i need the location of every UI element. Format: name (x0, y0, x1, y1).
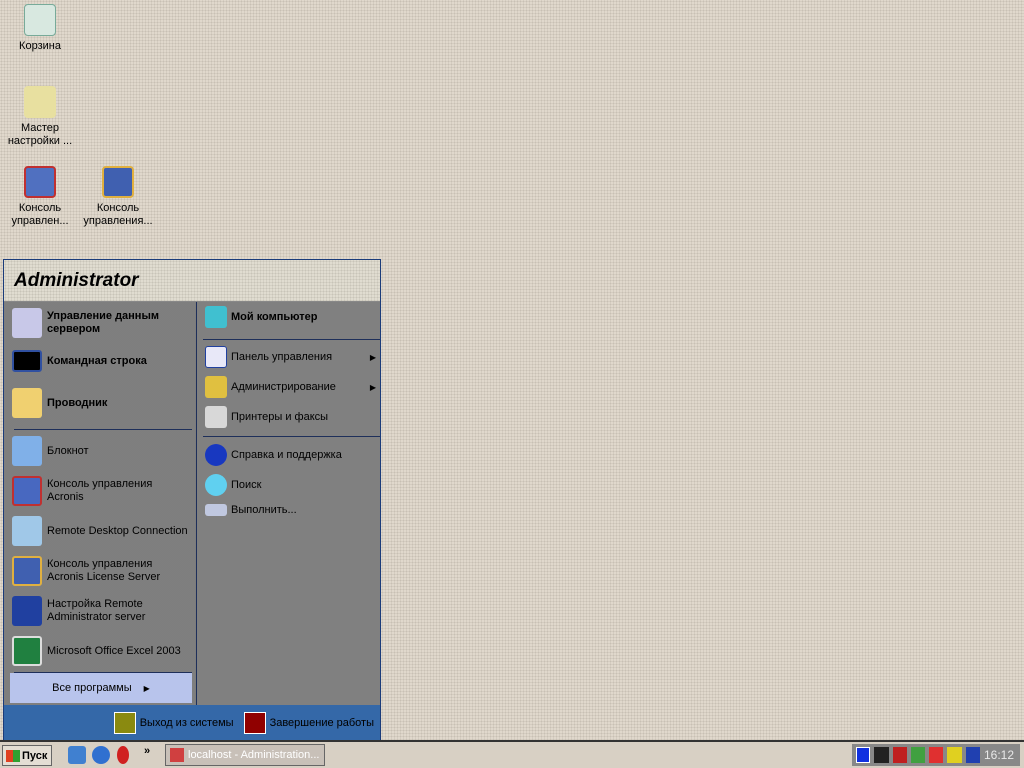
help-icon (205, 444, 227, 466)
run-icon (205, 504, 227, 516)
clock: 16:12 (983, 748, 1014, 762)
radmin-icon (12, 596, 42, 626)
menu-item-control-panel[interactable]: Панель управления ▶ (205, 346, 376, 368)
shutdown-button[interactable]: Завершение работы (243, 711, 374, 734)
cmd-icon (12, 350, 42, 372)
menu-item-run[interactable]: Выполнить... (205, 504, 376, 516)
arrow-right-icon: ▶ (369, 382, 376, 392)
separator (203, 436, 380, 437)
separator (203, 339, 380, 340)
menu-item-acronis-license[interactable]: Консоль управления Acronis License Serve… (12, 556, 167, 586)
printer-icon (205, 406, 227, 428)
antivirus-icon[interactable] (929, 747, 944, 763)
taskbar: Пуск » localhost - Administration... 16:… (0, 740, 1024, 768)
acronis-icon (12, 476, 42, 506)
menu-item-my-computer[interactable]: Мой компьютер (205, 306, 376, 328)
arrow-right-icon: ▶ (143, 683, 150, 693)
control-panel-icon (205, 346, 227, 368)
server-icon (12, 308, 42, 338)
separator (14, 429, 192, 430)
windows-logo-icon (6, 749, 20, 762)
desktop-icon-wizard[interactable]: Мастер настройки ... (0, 86, 80, 148)
desktop-icon-recycle-bin[interactable]: Корзина (0, 4, 80, 53)
acronis-license-icon (12, 556, 42, 586)
menu-item-acronis[interactable]: Консоль управления Acronis (12, 476, 167, 506)
opera-icon[interactable] (117, 746, 129, 764)
rdp-icon (12, 516, 42, 546)
menu-item-help[interactable]: Справка и поддержка (205, 444, 376, 466)
computer-icon (205, 306, 227, 328)
menu-item-search[interactable]: Поиск (205, 474, 376, 496)
desktop-icon-acronis-console[interactable]: Консоль управлен... (0, 166, 80, 228)
menu-item-excel[interactable]: Microsoft Office Excel 2003 (12, 636, 181, 666)
system-tray: 16:12 (852, 744, 1020, 766)
network-disconnected-icon[interactable] (892, 747, 907, 763)
all-programs-button[interactable]: Все программы ▶ (10, 673, 192, 703)
explorer-icon (12, 388, 42, 418)
user-name: Administrator (4, 260, 380, 302)
acronis-icon (24, 166, 56, 198)
admin-app-icon (170, 748, 184, 762)
menu-item-rdp[interactable]: Remote Desktop Connection (12, 516, 188, 546)
start-button[interactable]: Пуск (2, 745, 52, 766)
network-icon[interactable] (874, 747, 889, 763)
taskbar-window-button[interactable]: localhost - Administration... (165, 744, 325, 766)
logoff-button[interactable]: Выход из системы (113, 711, 234, 734)
outlook-express-icon[interactable] (68, 746, 86, 764)
acronis-license-icon (102, 166, 134, 198)
start-menu-right: Мой компьютер Панель управления ▶ Админис… (196, 302, 380, 705)
security-icon[interactable] (947, 747, 962, 763)
desktop-icon-acronis-license[interactable]: Консоль управления... (78, 166, 158, 228)
menu-item-administration[interactable]: Администрирование ▶ (205, 376, 376, 398)
key-icon (113, 711, 136, 734)
search-icon (205, 474, 227, 496)
notepad-icon (12, 436, 42, 466)
menu-item-printers[interactable]: Принтеры и факсы (205, 406, 376, 428)
safely-remove-icon[interactable] (910, 747, 926, 763)
arrow-right-icon: ▶ (369, 352, 376, 362)
excel-icon (12, 636, 42, 666)
menu-item-radmin[interactable]: Настройка Remote Administrator server (12, 596, 167, 626)
menu-item-explorer[interactable]: Проводник (12, 388, 107, 418)
start-menu-footer: Выход из системы Завершение работы (4, 705, 380, 740)
radmin-tray-icon[interactable] (965, 747, 980, 763)
power-icon (243, 711, 266, 734)
start-menu: Administrator Управление данным сервером… (3, 259, 381, 741)
play-icon[interactable] (856, 747, 871, 763)
recycle-bin-icon (24, 4, 56, 36)
admin-tools-icon (205, 376, 227, 398)
start-menu-left: Управление данным сервером Командная стр… (4, 302, 195, 705)
menu-item-notepad[interactable]: Блокнот (12, 436, 89, 466)
wizard-icon (24, 86, 56, 118)
internet-explorer-icon[interactable] (92, 746, 110, 764)
menu-item-server-management[interactable]: Управление данным сервером (12, 308, 177, 338)
quick-launch-more[interactable]: » (144, 745, 150, 757)
menu-item-cmd[interactable]: Командная строка (12, 350, 147, 372)
